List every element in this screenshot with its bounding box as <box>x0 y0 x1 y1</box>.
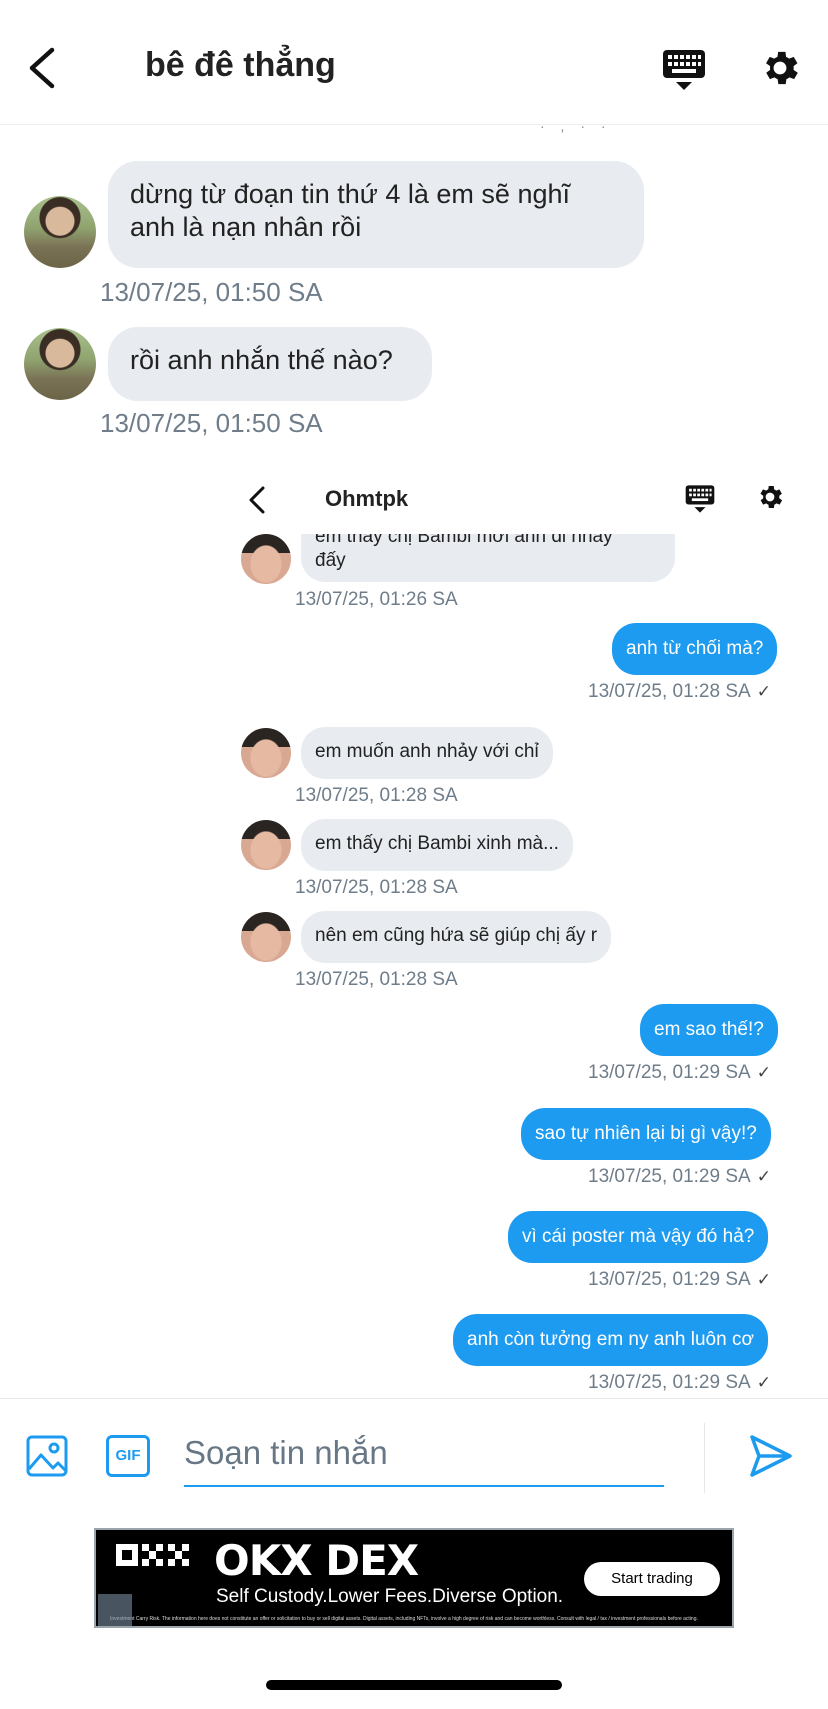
message-timestamp: 13/07/25, 01:28 SA <box>295 877 458 898</box>
message-text: em muốn anh nhảy với chỉ <box>315 741 539 762</box>
read-check-icon: ✓ <box>756 682 771 701</box>
message-text: rồi anh nhắn thế nào? <box>130 345 393 375</box>
message-input[interactable] <box>184 1421 664 1487</box>
message-text-line: dừng từ đoạn tin thứ 4 là em sẽ nghĩ <box>130 179 570 209</box>
message-text: nên em cũng hứa sẽ giúp chị ấy r <box>315 925 598 946</box>
message-text-line: em thấy chị Bambi mời anh đi nhảy <box>315 534 613 547</box>
embedded-chat-header: Ohmtpk <box>225 470 805 532</box>
avatar <box>241 534 291 584</box>
message-text-line: anh là nạn nhân rồi <box>130 212 362 242</box>
avatar[interactable] <box>24 328 96 400</box>
message-timestamp: 13/07/25, 01:26 SA <box>295 589 458 610</box>
gear-icon[interactable] <box>758 46 802 90</box>
read-check-icon: ✓ <box>756 1167 771 1186</box>
message-bubble: nên em cũng hứa sẽ giúp chị ấy r <box>301 911 612 963</box>
ad-choices-icon[interactable] <box>98 1594 132 1626</box>
avatar <box>241 820 291 870</box>
chevron-left-icon <box>249 486 265 514</box>
okx-logo-icon <box>116 1544 189 1566</box>
ad-tagline: Self Custody.Lower Fees.Diverse Option. <box>216 1586 564 1607</box>
keyboard-icon[interactable] <box>662 48 706 92</box>
partial-timestamp: · , · · <box>540 118 612 134</box>
ad-brand: OKX DEX <box>214 1536 419 1585</box>
embedded-chat-title: Ohmtpk <box>325 486 409 511</box>
message-timestamp: 13/07/25, 01:50 SA <box>100 277 323 307</box>
message-bubble[interactable]: rồi anh nhắn thế nào? <box>108 327 432 401</box>
message-bubble-outgoing: em sao thế!? <box>640 1004 778 1056</box>
message-bubble: em thấy chị Bambi xinh mà... <box>301 819 573 871</box>
message-text: sao tự nhiên lại bị gì vậy!? <box>535 1123 757 1144</box>
ad-fine-print: Investment Carry Risk. The information h… <box>110 1616 698 1622</box>
message-timestamp: 13/07/25, 01:29 SA ✓ <box>588 1062 771 1083</box>
message-bubble: em thấy chị Bambi mời anh đi nhảy đấy <box>301 534 675 582</box>
read-check-icon: ✓ <box>756 1270 771 1289</box>
image-icon[interactable] <box>26 1435 68 1477</box>
chat-title: bê đê thẳng <box>145 46 336 84</box>
chat-header: bê đê thẳng · , · · <box>0 0 828 134</box>
avatar <box>241 728 291 778</box>
message-bubble-outgoing: anh từ chối mà? <box>612 623 778 675</box>
message-timestamp: 13/07/25, 01:29 SA ✓ <box>588 1269 771 1290</box>
message-bubble-outgoing: anh còn tưởng em ny anh luôn cơ <box>453 1314 768 1366</box>
message-timestamp: 13/07/25, 01:50 SA <box>100 408 323 438</box>
message-text: anh từ chối mà? <box>626 638 764 659</box>
message-text-line: đấy <box>315 550 346 571</box>
message-bubble: em muốn anh nhảy với chỉ <box>301 727 553 779</box>
message-timestamp: 13/07/25, 01:28 SA ✓ <box>588 681 771 702</box>
message-text: anh còn tưởng em ny anh luôn cơ <box>467 1329 754 1350</box>
divider <box>704 1423 705 1493</box>
gear-icon <box>760 486 783 508</box>
message-timestamp: 13/07/25, 01:29 SA ✓ <box>588 1372 771 1393</box>
ad-banner[interactable]: OKX DEX Self Custody.Lower Fees.Diverse … <box>94 1528 734 1628</box>
read-check-icon: ✓ <box>756 1063 771 1082</box>
message-bubble-outgoing: vì cái poster mà vậy đó hả? <box>508 1211 769 1263</box>
chevron-left-icon[interactable] <box>24 44 64 92</box>
message-bubble[interactable]: dừng từ đoạn tin thứ 4 là em sẽ nghĩ anh… <box>108 161 644 268</box>
read-check-icon: ✓ <box>756 1373 771 1392</box>
avatar <box>241 912 291 962</box>
start-trading-button[interactable]: Start trading <box>584 1562 720 1596</box>
message-bubble-outgoing: sao tự nhiên lại bị gì vậy!? <box>521 1108 771 1160</box>
message-timestamp: 13/07/25, 01:28 SA <box>295 785 458 806</box>
message-text: em sao thế!? <box>654 1019 764 1040</box>
message-text: vì cái poster mà vậy đó hả? <box>522 1226 755 1247</box>
keyboard-icon <box>685 485 715 513</box>
message-text: em thấy chị Bambi xinh mà... <box>315 833 559 854</box>
embedded-chat-screenshot: em thấy chị Bambi mời anh đi nhảy đấy 13… <box>225 534 805 1398</box>
message-timestamp: 13/07/25, 01:28 SA <box>295 969 458 990</box>
message-timestamp: 13/07/25, 01:29 SA ✓ <box>588 1166 771 1187</box>
gif-icon[interactable]: GIF <box>106 1435 150 1477</box>
send-icon[interactable] <box>748 1433 794 1479</box>
message-composer: GIF <box>0 1398 828 1508</box>
avatar[interactable] <box>24 196 96 268</box>
home-indicator[interactable] <box>266 1680 562 1690</box>
